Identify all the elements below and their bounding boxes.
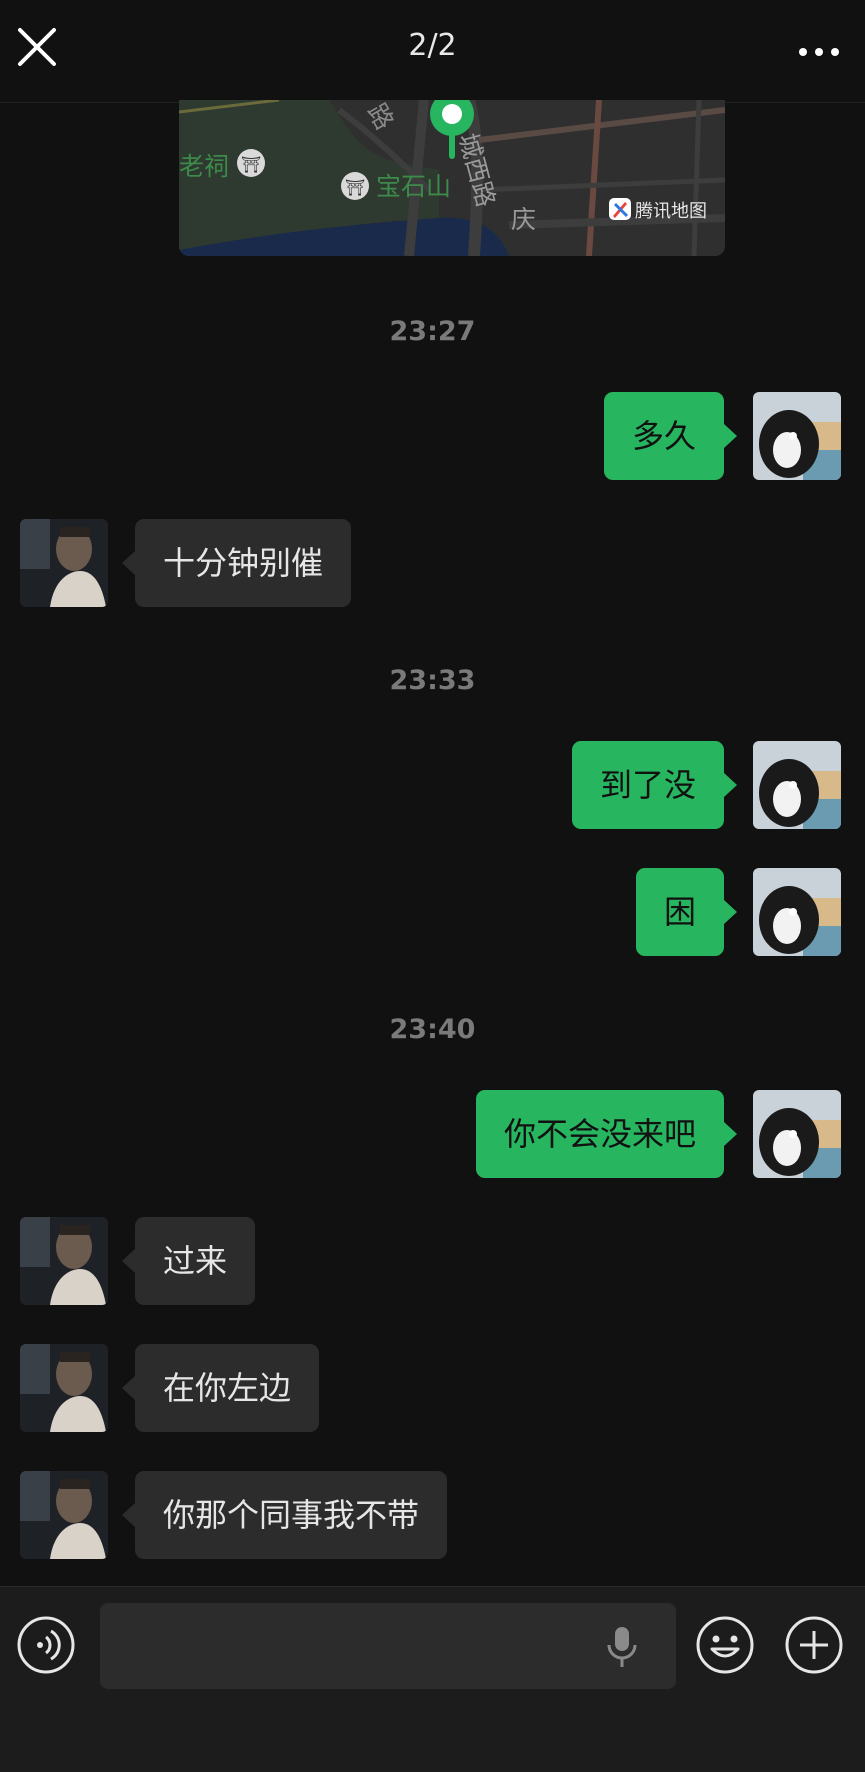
map-label-qing: 庆 [511, 205, 536, 234]
emoji-icon[interactable] [695, 1615, 755, 1679]
avatar-contact[interactable] [20, 519, 108, 607]
microphone-icon[interactable] [604, 1625, 640, 1673]
top-bar: 2/2 [0, 0, 865, 103]
location-map-card[interactable]: ⛩ ⛩ 老祠 宝石山 路 城西路 庆 腾讯地图 [179, 100, 725, 256]
avatar-self[interactable] [753, 741, 841, 829]
message-bubble-incoming[interactable]: 十分钟别催 [121, 519, 352, 607]
message-bubble-incoming[interactable]: 在你左边 [121, 1344, 320, 1432]
plus-icon[interactable] [784, 1615, 844, 1679]
map-brand-label: 腾讯地图 [635, 201, 707, 222]
map-label-laoci: 老祠 [179, 152, 229, 181]
avatar-self[interactable] [753, 1090, 841, 1178]
avatar-self[interactable] [753, 392, 841, 480]
timestamp: 23:27 [389, 316, 476, 347]
timestamp: 23:33 [389, 665, 476, 696]
message-bubble-incoming[interactable]: 过来 [121, 1217, 256, 1305]
avatar-contact[interactable] [20, 1217, 108, 1305]
page-indicator: 2/2 [408, 28, 457, 63]
svg-text:⛩: ⛩ [241, 155, 261, 174]
input-bar [0, 1586, 865, 1772]
svg-text:⛩: ⛩ [345, 178, 365, 197]
message-bubble-incoming[interactable]: 你那个同事我不带 [121, 1471, 448, 1559]
voice-icon[interactable] [16, 1615, 76, 1679]
message-input[interactable] [100, 1603, 676, 1689]
map-label-baoshishan: 宝石山 [376, 172, 451, 201]
more-icon[interactable] [797, 40, 841, 64]
avatar-self[interactable] [753, 868, 841, 956]
message-bubble-outgoing[interactable]: 到了没 [571, 741, 738, 829]
timestamp: 23:40 [389, 1014, 476, 1045]
message-bubble-outgoing[interactable]: 困 [635, 868, 738, 956]
avatar-contact[interactable] [20, 1344, 108, 1432]
message-bubble-outgoing[interactable]: 你不会没来吧 [475, 1090, 738, 1178]
message-bubble-outgoing[interactable]: 多久 [603, 392, 738, 480]
avatar-contact[interactable] [20, 1471, 108, 1559]
